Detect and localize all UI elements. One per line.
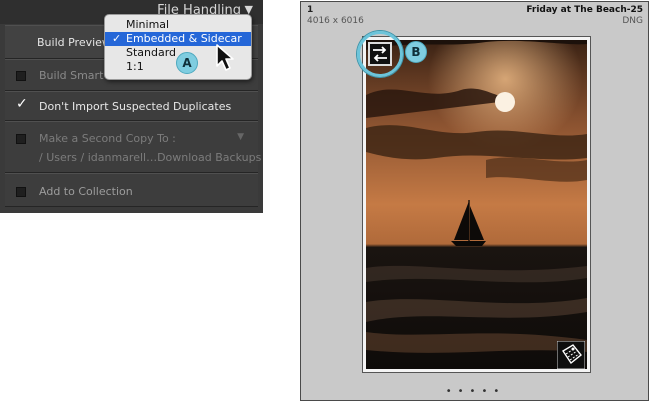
second-copy-label: Make a Second Copy To :: [39, 132, 176, 145]
callout-badge-a: A: [176, 52, 198, 74]
second-copy-row[interactable]: Make a Second Copy To : ▼ / Users / idan…: [5, 121, 261, 173]
chevron-down-icon[interactable]: ▼: [237, 132, 244, 142]
metadata-badge-icon[interactable]: [557, 341, 585, 369]
library-grid-cell[interactable]: 1 4016 x 6016 Friday at The Beach-25 DNG: [300, 1, 649, 401]
add-to-collection-row[interactable]: Add to Collection: [5, 173, 258, 207]
swap-arrows-icon[interactable]: [368, 42, 392, 66]
add-to-collection-checkbox[interactable]: [16, 187, 26, 197]
smart-previews-label: Build Smart P: [39, 69, 114, 82]
mouse-pointer-icon: [216, 44, 234, 71]
dropdown-option-minimal[interactable]: Minimal: [105, 18, 251, 32]
dropdown-option-label: Standard: [126, 46, 177, 59]
smart-previews-checkbox[interactable]: [16, 71, 26, 81]
build-previews-label: Build Preview: [37, 36, 111, 49]
image-format: DNG: [622, 16, 643, 26]
image-filename: Friday at The Beach-25: [526, 5, 643, 15]
second-copy-checkbox[interactable]: [16, 134, 26, 144]
dont-import-duplicates-label: Don't Import Suspected Duplicates: [39, 100, 232, 113]
pagination-dots: •••••: [445, 386, 506, 397]
dont-import-duplicates-checkbox[interactable]: ✓: [16, 97, 28, 111]
dropdown-option-label: Minimal: [126, 18, 170, 31]
thumbnail-image[interactable]: [366, 40, 587, 369]
second-copy-path[interactable]: / Users / idanmarell…Download Backups: [39, 151, 261, 164]
cell-index: 1: [307, 5, 314, 15]
dont-import-duplicates-row[interactable]: ✓ Don't Import Suspected Duplicates: [5, 91, 258, 121]
thumbnail-frame[interactable]: [362, 36, 591, 373]
callout-badge-b: B: [405, 41, 427, 63]
dropdown-option-label: 1:1: [126, 60, 144, 73]
add-to-collection-label: Add to Collection: [39, 185, 133, 198]
image-dimensions: 4016 x 6016: [307, 16, 364, 26]
checkmark-icon: ✓: [112, 32, 122, 45]
